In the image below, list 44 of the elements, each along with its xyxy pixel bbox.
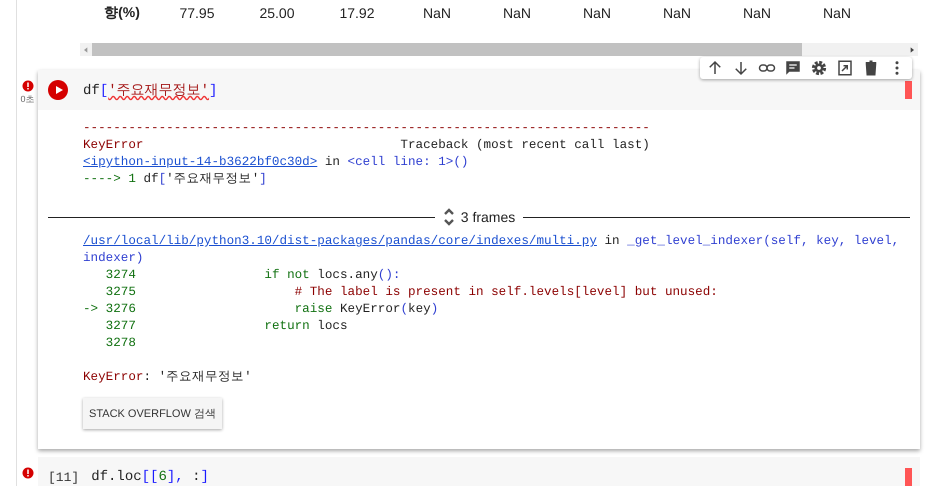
move-down-icon[interactable] — [732, 59, 750, 77]
scroll-right-icon[interactable] — [908, 46, 916, 54]
table-cell-text: NaN — [582, 5, 612, 21]
traceback-line: /usr/local/lib/python3.10/dist-packages/pandas/core/indexes/multi.py in _get_level_indexer(self, key, level, — [83, 233, 900, 250]
code-cell[interactable]: [11] df.loc[[6], :] — [38, 457, 920, 486]
frames-toggle[interactable]: 3 frames — [442, 207, 516, 227]
traceback-line: 3275 # The label is present in self.levels[level] but unused: — [104, 284, 719, 301]
traceback-line: 3277 return locs — [104, 318, 349, 335]
code-text: df.loc[[6], :] — [91, 469, 209, 485]
traceback-line: indexer) — [83, 250, 144, 267]
traceback-line: --------------------------------------------------------------------------- — [83, 120, 651, 137]
table-cell-text: 25.00 — [258, 5, 296, 21]
mirror-cell-icon[interactable] — [836, 59, 854, 77]
traceback-line: 3278 — [104, 335, 137, 352]
play-icon — [54, 85, 64, 95]
code-text: df['주요재무정보'] — [83, 82, 218, 99]
traceback-line: 3274 if not locs.any(): — [104, 267, 402, 284]
table-cell-text: NaN — [662, 5, 692, 21]
table-cell-text: NaN — [822, 5, 852, 21]
comment-icon[interactable] — [784, 59, 802, 77]
run-button[interactable] — [48, 80, 68, 100]
file-link[interactable]: <ipython-input-14-b3622bf0c30d> — [83, 155, 318, 169]
traceback-line: -> 3276 raise KeyError(key) — [83, 301, 440, 318]
scroll-thumb[interactable] — [92, 43, 802, 56]
table-cell-text: 77.95 — [178, 5, 216, 21]
table-cell-text: NaN — [502, 5, 532, 21]
error-marker — [905, 468, 912, 486]
row-header: 향(%) — [103, 4, 141, 22]
code-cell[interactable] — [38, 70, 920, 449]
stack-overflow-search-button[interactable]: STACK OVERFLOW 검색 — [83, 398, 222, 429]
error-marker — [905, 81, 912, 99]
file-link[interactable]: /usr/local/lib/python3.10/dist-packages/pandas/core/indexes/multi.py — [83, 234, 597, 248]
table-cell-text: 17.92 — [338, 5, 376, 21]
execution-time: 0초 — [20, 93, 34, 106]
traceback-line: ----> 1 df['주요재무정보'] — [83, 171, 268, 188]
traceback-line: KeyError Traceback (most recent call last) — [83, 137, 651, 154]
error-message: KeyError: '주요재무정보' — [83, 369, 253, 386]
table-cell-text: NaN — [742, 5, 772, 21]
horizontal-scrollbar[interactable] — [80, 43, 918, 56]
traceback-line: <ipython-input-14-b3622bf0c30d> in <cell line: 1>() — [83, 154, 470, 171]
settings-icon[interactable] — [810, 59, 828, 77]
table-cell-text: NaN — [422, 5, 452, 21]
expand-collapse-icon — [442, 207, 455, 227]
execution-count: [11] — [48, 470, 80, 484]
